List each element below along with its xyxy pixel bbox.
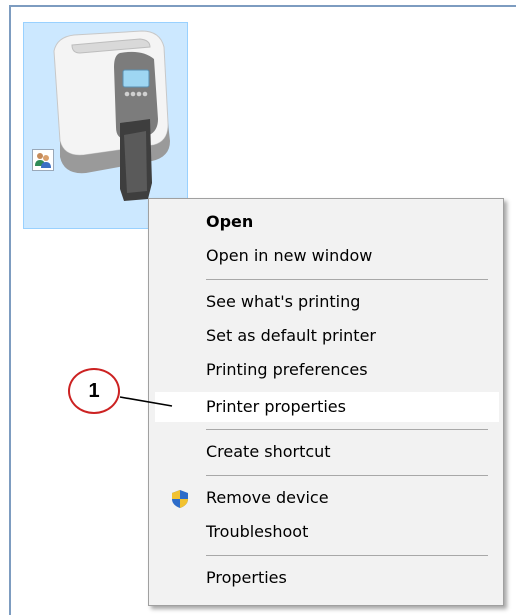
callout-leader-line xyxy=(119,396,173,407)
callout-badge: 1 xyxy=(68,368,120,414)
